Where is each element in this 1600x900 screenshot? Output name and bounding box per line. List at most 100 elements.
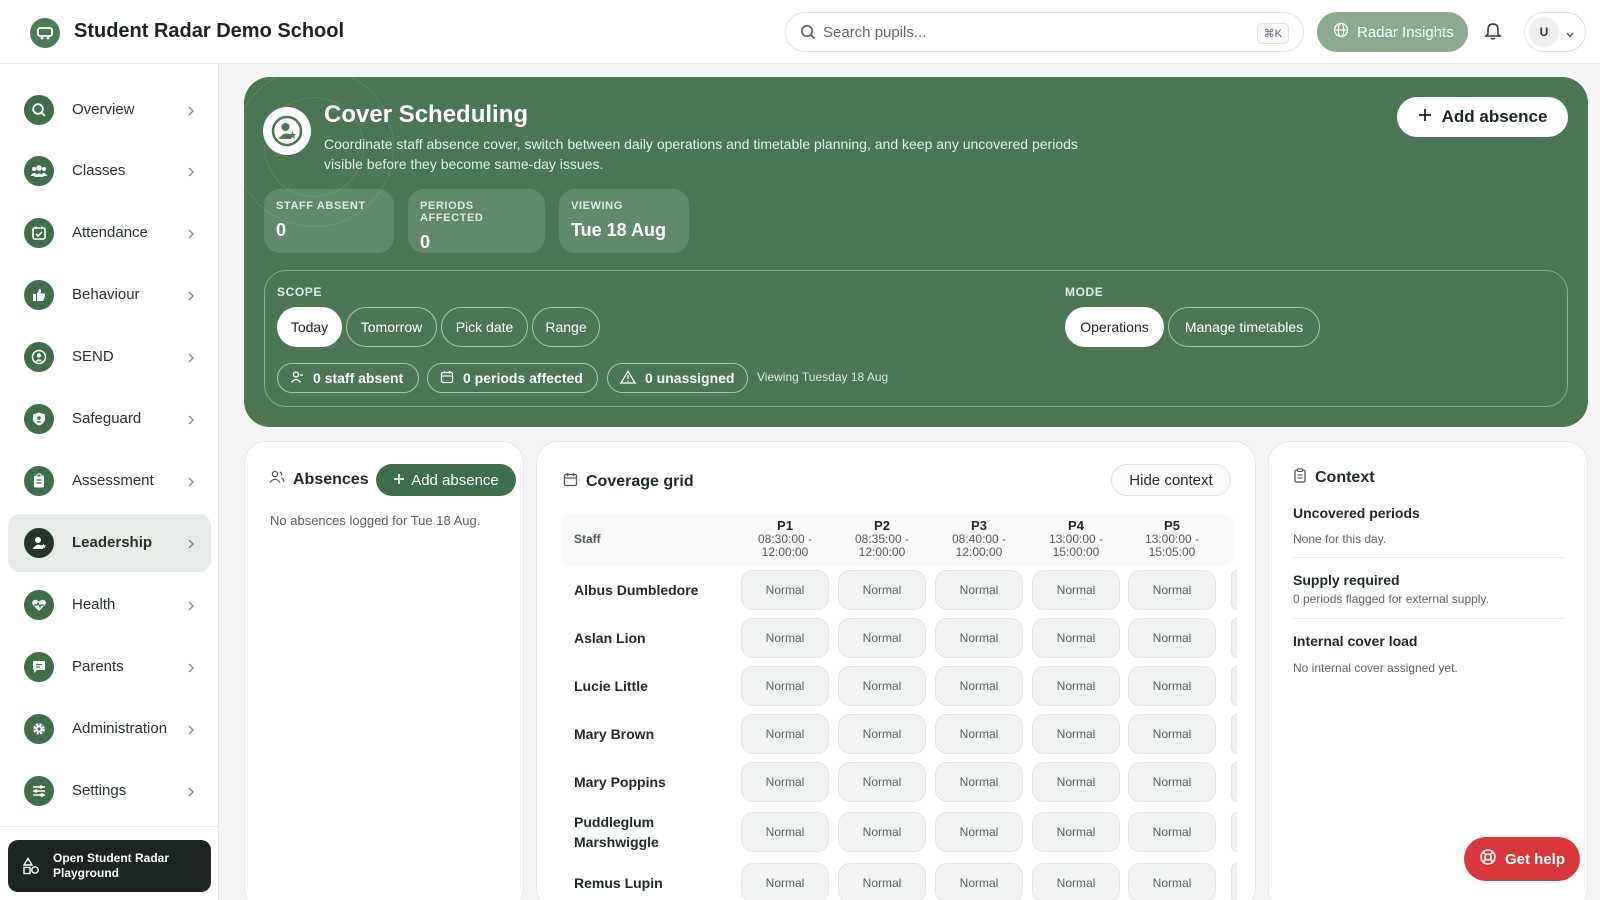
sidebar-item-label: SEND bbox=[72, 348, 114, 365]
coverage-cell[interactable]: Normal bbox=[1032, 762, 1120, 802]
avatar: U bbox=[1529, 17, 1559, 47]
scope-range[interactable]: Range bbox=[532, 307, 600, 347]
add-absence-label: Add absence bbox=[411, 471, 499, 489]
playground-label: Open Student Radar Playground bbox=[53, 851, 170, 880]
coverage-cell[interactable]: Normal bbox=[1032, 714, 1120, 754]
chip-label: 0 periods affected bbox=[463, 370, 583, 386]
mode-operations[interactable]: Operations bbox=[1065, 307, 1164, 347]
sidebar-item-safeguard[interactable]: Safeguard bbox=[8, 390, 211, 448]
coverage-cell[interactable]: Normal bbox=[1128, 666, 1216, 706]
coverage-cell[interactable]: Normal bbox=[1032, 863, 1120, 900]
coverage-cell[interactable]: Normal bbox=[1032, 618, 1120, 658]
coverage-cell[interactable]: Normal bbox=[1128, 714, 1216, 754]
chip-unassigned[interactable]: 0 unassigned bbox=[607, 363, 748, 393]
coverage-cell[interactable]: Normal bbox=[1128, 863, 1216, 900]
chip-staff-absent[interactable]: 0 staff absent bbox=[277, 363, 419, 393]
coverage-cell[interactable]: Normal bbox=[935, 570, 1023, 610]
people-icon bbox=[269, 470, 285, 489]
calendar-icon bbox=[563, 472, 578, 492]
coverage-cell[interactable]: Normal bbox=[1128, 762, 1216, 802]
sidebar-item-settings[interactable]: Settings bbox=[8, 762, 211, 820]
chevron-right-icon bbox=[187, 661, 195, 679]
add-absence-button[interactable]: Add absence bbox=[376, 464, 516, 496]
coverage-cell[interactable]: Normal bbox=[1032, 812, 1120, 852]
absences-card: Absences Add absence No absences logged … bbox=[244, 441, 524, 900]
period-end: 15:05:00 bbox=[1148, 545, 1196, 559]
viewing-note: Viewing Tuesday 18 Aug bbox=[757, 370, 889, 384]
get-help-label: Get help bbox=[1504, 850, 1565, 868]
sidebar-item-label: Overview bbox=[72, 101, 135, 118]
chevron-right-icon bbox=[187, 785, 195, 803]
sidebar-item-leadership[interactable]: Leadership bbox=[8, 514, 211, 572]
sidebar-item-classes[interactable]: Classes bbox=[8, 142, 211, 200]
sidebar-item-parents[interactable]: Parents bbox=[8, 638, 211, 696]
mode-manage-timetables[interactable]: Manage timetables bbox=[1168, 307, 1320, 347]
coverage-cell[interactable]: Normal bbox=[935, 618, 1023, 658]
chip-periods-affected[interactable]: 0 periods affected bbox=[427, 363, 598, 393]
divider bbox=[1293, 618, 1565, 619]
stat-label: STAFF ABSENT bbox=[276, 200, 366, 212]
coverage-cell[interactable]: Normal bbox=[741, 762, 829, 802]
add-absence-button[interactable]: Add absence bbox=[1397, 97, 1568, 137]
period-header-2: P2 08:35:00 -12:00:00 bbox=[838, 519, 926, 559]
coverage-cell[interactable]: Normal bbox=[741, 714, 829, 754]
coverage-cell[interactable]: Normal bbox=[741, 666, 829, 706]
coverage-cell[interactable]: Normal bbox=[1032, 570, 1120, 610]
coverage-cell[interactable]: Normal bbox=[838, 762, 926, 802]
sidebar-item-label: Assessment bbox=[72, 472, 154, 489]
coverage-cell[interactable]: Normal bbox=[741, 570, 829, 610]
period-name: P3 bbox=[971, 518, 987, 533]
staff-name: Mary Brown bbox=[574, 726, 655, 742]
sidebar-item-overview[interactable]: Overview bbox=[8, 81, 211, 139]
coverage-cell[interactable]: Normal bbox=[935, 812, 1023, 852]
coverage-cell[interactable]: Normal bbox=[1128, 618, 1216, 658]
coverage-cell[interactable]: Normal bbox=[838, 812, 926, 852]
coverage-cell-overflow bbox=[1231, 570, 1237, 610]
stat-label: VIEWING bbox=[571, 200, 623, 212]
calendar-icon bbox=[440, 370, 454, 387]
search-icon bbox=[24, 95, 54, 125]
group-icon bbox=[24, 156, 54, 186]
coverage-cell[interactable]: Normal bbox=[741, 618, 829, 658]
user-menu[interactable]: U bbox=[1524, 12, 1586, 52]
open-playground-button[interactable]: Open Student Radar Playground bbox=[8, 840, 211, 892]
coverage-cell[interactable]: Normal bbox=[935, 714, 1023, 754]
get-help-button[interactable]: Get help bbox=[1464, 837, 1580, 881]
cover-scheduling-hero: Cover Scheduling Coordinate staff absenc… bbox=[244, 77, 1588, 427]
shapes-icon bbox=[22, 857, 40, 880]
chat-icon bbox=[24, 652, 54, 682]
coverage-cell[interactable]: Normal bbox=[935, 666, 1023, 706]
scope-pick-date[interactable]: Pick date bbox=[441, 307, 528, 347]
person-icon bbox=[290, 370, 304, 387]
search-bar[interactable]: Search pupils... ⌘K bbox=[785, 12, 1304, 52]
coverage-cell[interactable]: Normal bbox=[838, 714, 926, 754]
sidebar-item-send[interactable]: SEND bbox=[8, 328, 211, 386]
bell-icon[interactable] bbox=[1484, 22, 1502, 47]
hide-context-button[interactable]: Hide context bbox=[1111, 464, 1231, 496]
coverage-cell[interactable]: Normal bbox=[838, 863, 926, 900]
sidebar-item-health[interactable]: Health bbox=[8, 576, 211, 634]
radar-insights-button[interactable]: Radar Insights bbox=[1317, 12, 1468, 52]
coverage-cell[interactable]: Normal bbox=[935, 762, 1023, 802]
sidebar-item-administration[interactable]: Administration bbox=[8, 700, 211, 758]
coverage-cell[interactable]: Normal bbox=[935, 863, 1023, 900]
coverage-cell[interactable]: Normal bbox=[741, 812, 829, 852]
logo-icon[interactable] bbox=[30, 18, 60, 48]
sidebar-item-attendance[interactable]: Attendance bbox=[8, 204, 211, 262]
sidebar-item-assessment[interactable]: Assessment bbox=[8, 452, 211, 510]
coverage-cell[interactable]: Normal bbox=[741, 863, 829, 900]
coverage-cell[interactable]: Normal bbox=[838, 570, 926, 610]
search-placeholder[interactable]: Search pupils... bbox=[823, 24, 926, 41]
coverage-cell[interactable]: Normal bbox=[1128, 812, 1216, 852]
coverage-cell[interactable]: Normal bbox=[1032, 666, 1120, 706]
scope-today[interactable]: Today bbox=[277, 307, 342, 347]
scope-tomorrow[interactable]: Tomorrow bbox=[346, 307, 437, 347]
coverage-cell[interactable]: Normal bbox=[838, 666, 926, 706]
sidebar-item-behaviour[interactable]: Behaviour bbox=[8, 266, 211, 324]
sidebar-item-label: Leadership bbox=[72, 534, 153, 551]
coverage-cell-overflow bbox=[1231, 714, 1237, 754]
coverage-cell-overflow bbox=[1231, 863, 1237, 900]
staff-name: Aslan Lion bbox=[574, 630, 646, 646]
coverage-cell[interactable]: Normal bbox=[838, 618, 926, 658]
coverage-cell[interactable]: Normal bbox=[1128, 570, 1216, 610]
